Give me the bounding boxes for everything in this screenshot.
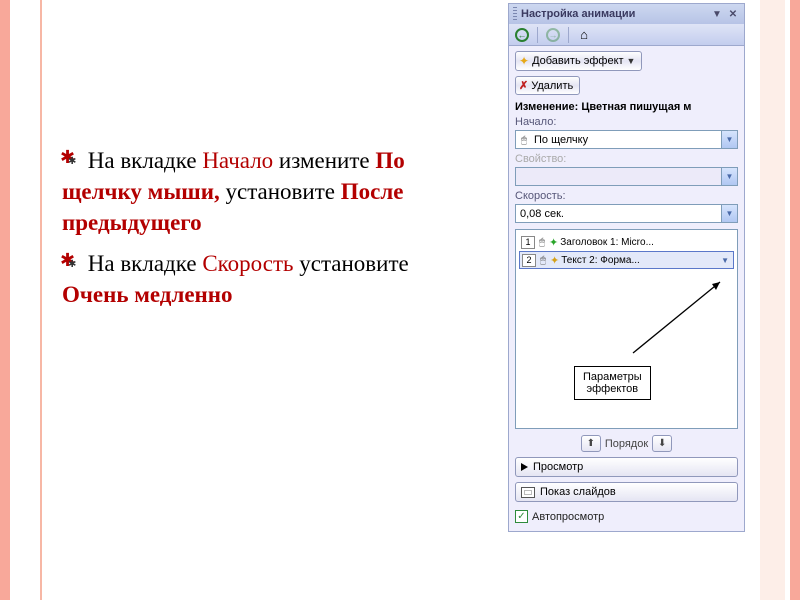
effect-number-badge: 1 [521,236,535,249]
reorder-up-button[interactable]: ⬆ [581,435,601,452]
nav-home-button[interactable]: ⌂ [574,26,594,44]
property-field-label: Свойство: [515,153,738,165]
panel-title-bar[interactable]: Настройка анимации ▼ ✕ [509,4,744,24]
reorder-down-button[interactable]: ⬇ [652,435,672,452]
text-fragment: На вкладке [88,251,203,276]
slideshow-icon [521,487,535,498]
dropdown-caret-icon: ▼ [627,56,636,66]
panel-close-icon[interactable]: ✕ [726,7,740,21]
keyword-ochen-medlenno: Очень медленно [62,282,233,307]
start-value: По щелчку [532,134,721,146]
slideshow-label: Показ слайдов [540,486,616,498]
keyword-nachalo: Начало [202,148,273,173]
bullet-star-icon [62,253,78,269]
item-menu-caret-icon[interactable]: ▼ [719,256,731,265]
remove-effect-button[interactable]: ✗ Удалить [515,76,580,95]
property-dropdown: ▼ [515,167,738,186]
nav-back-button[interactable]: ← [512,26,532,44]
dropdown-arrow-icon: ▼ [721,168,737,185]
change-label: Изменение: Цветная пишущая м [515,101,738,113]
autopreview-label: Автопросмотр [532,511,604,523]
callout-box: Параметры эффектов [574,366,651,400]
remove-label: Удалить [531,80,573,92]
left-margin-line [40,0,42,600]
panel-title: Настройка анимации [521,8,635,20]
instructions-list: На вкладке Начало измените По щелчку мыш… [62,145,477,320]
effect-list-item-selected[interactable]: 2 ✦ Текст 2: Форма... ▼ [519,251,734,269]
start-field-label: Начало: [515,116,738,128]
effect-label: Заголовок 1: Micro... [560,237,732,248]
dropdown-arrow-icon[interactable]: ▼ [721,205,737,222]
nav-forward-button[interactable]: → [543,26,563,44]
callout-arrow-icon [608,280,728,360]
checkbox-checked-icon[interactable]: ✓ [515,510,528,523]
bullet-star-icon [62,150,78,166]
instruction-item: На вкладке Начало измените По щелчку мыш… [62,145,477,238]
add-effect-button[interactable]: ✦ Добавить эффект ▼ [515,51,642,71]
mouse-icon [537,237,547,248]
mouse-icon [538,255,548,266]
animation-panel: Настройка анимации ▼ ✕ ← → ⌂ ✦ Добавить … [508,3,745,532]
speed-value: 0,08 сек. [516,208,721,220]
add-effect-label: Добавить эффект [532,55,623,67]
callout-line1: Параметры [583,371,642,383]
effect-label: Текст 2: Форма... [561,255,717,266]
effects-list: 1 ✦ Заголовок 1: Micro... 2 ✦ Текст 2: Ф… [515,229,738,429]
text-fragment: установите [225,179,340,204]
callout-line2: эффектов [583,383,642,395]
dropdown-arrow-icon[interactable]: ▼ [721,131,737,148]
right-margin-strip [760,0,785,600]
keyword-skorost: Скорость [202,251,293,276]
panel-menu-caret-icon[interactable]: ▼ [710,7,724,21]
start-dropdown[interactable]: По щелчку ▼ [515,130,738,149]
preview-button[interactable]: Просмотр [515,457,738,477]
star-icon: ✦ [519,54,529,68]
panel-toolbar: ← → ⌂ [509,24,744,46]
mouse-icon [516,134,532,146]
speed-field-label: Скорость: [515,190,738,202]
reorder-label: Порядок [605,438,648,450]
grip-icon [513,7,517,21]
remove-x-icon: ✗ [519,79,528,92]
effect-type-icon: ✦ [550,254,559,267]
instruction-item: На вкладке Скорость установите Очень мед… [62,248,477,310]
text-fragment: установите [299,251,409,276]
effect-list-item[interactable]: 1 ✦ Заголовок 1: Micro... [519,233,734,251]
text-fragment: измените [279,148,375,173]
preview-label: Просмотр [533,461,583,473]
text-fragment: На вкладке [88,148,203,173]
speed-dropdown[interactable]: 0,08 сек. ▼ [515,204,738,223]
reorder-row: ⬆ Порядок ⬇ [515,435,738,452]
toolbar-divider [568,27,569,43]
play-icon [521,463,528,471]
autopreview-row[interactable]: ✓ Автопросмотр [515,510,738,523]
toolbar-divider [537,27,538,43]
slide-frame: На вкладке Начало измените По щелчку мыш… [0,0,800,600]
panel-body: ✦ Добавить эффект ▼ ✗ Удалить Изменение:… [509,46,744,531]
effect-type-icon: ✦ [549,236,558,249]
effect-number-badge: 2 [522,254,536,267]
slideshow-button[interactable]: Показ слайдов [515,482,738,502]
